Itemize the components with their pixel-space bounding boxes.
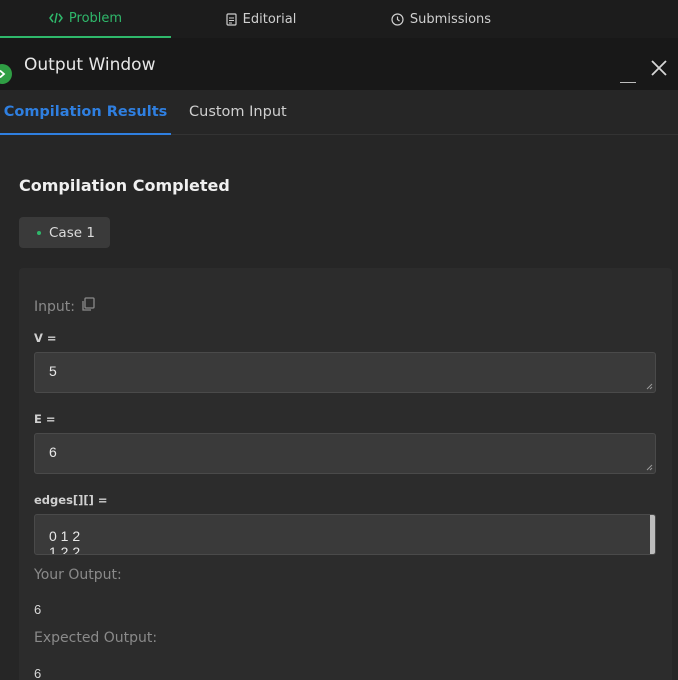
field-label-v: V = xyxy=(34,331,57,345)
tab-submissions-label: Submissions xyxy=(409,11,492,27)
code-icon xyxy=(48,12,63,24)
output-window-header: Output Window xyxy=(0,38,678,90)
clock-icon xyxy=(391,12,404,26)
output-tabs: Compilation Results Custom Input xyxy=(0,90,678,135)
scrollbar[interactable] xyxy=(650,515,655,554)
copy-icon[interactable] xyxy=(81,297,95,316)
minimize-icon[interactable] xyxy=(618,66,638,86)
case-details: Input: V = 5 E = 6 edges[][] = 0 1 2 1 2… xyxy=(19,268,672,680)
top-navigation: Problem Editorial Submissions xyxy=(0,0,678,38)
resize-icon[interactable] xyxy=(646,383,653,390)
document-icon xyxy=(226,12,237,26)
tab-editorial[interactable]: Editorial xyxy=(171,0,351,38)
field-e[interactable]: 6 xyxy=(34,433,656,474)
input-label-text: Input: xyxy=(34,298,75,315)
field-v[interactable]: 5 xyxy=(34,352,656,393)
expected-output-label: Expected Output: xyxy=(34,630,158,646)
your-output-value: 6 xyxy=(34,602,42,617)
field-label-e: E = xyxy=(34,412,56,426)
tab-submissions[interactable]: Submissions xyxy=(351,0,531,38)
tab-problem[interactable]: Problem xyxy=(0,0,171,38)
input-label: Input: xyxy=(34,297,95,316)
case-label: Case 1 xyxy=(49,224,95,241)
field-edges[interactable]: 0 1 2 1 2 2 xyxy=(34,514,656,555)
tab-problem-label: Problem xyxy=(68,10,123,26)
chevron-right-icon[interactable] xyxy=(0,64,12,84)
your-output-label: Your Output: xyxy=(34,567,122,583)
resize-icon[interactable] xyxy=(646,464,653,471)
output-panel: Compilation Results Custom Input Compila… xyxy=(0,90,678,680)
field-label-edges: edges[][] = xyxy=(34,493,108,507)
output-window-title: Output Window xyxy=(24,55,156,75)
expected-output-value: 6 xyxy=(34,666,42,680)
tab-compilation-results[interactable]: Compilation Results xyxy=(0,90,171,135)
edges-line-1: 0 1 2 xyxy=(49,528,81,544)
field-e-value: 6 xyxy=(49,444,57,460)
close-icon[interactable] xyxy=(649,58,669,78)
tab-editorial-label: Editorial xyxy=(242,11,297,27)
status-dot xyxy=(37,230,41,235)
edges-line-2: 1 2 2 xyxy=(49,544,81,555)
compilation-status: Compilation Completed xyxy=(19,176,230,195)
case-1-button[interactable]: Case 1 xyxy=(19,217,110,248)
tab-custom-input[interactable]: Custom Input xyxy=(189,90,287,135)
field-v-value: 5 xyxy=(49,363,57,379)
